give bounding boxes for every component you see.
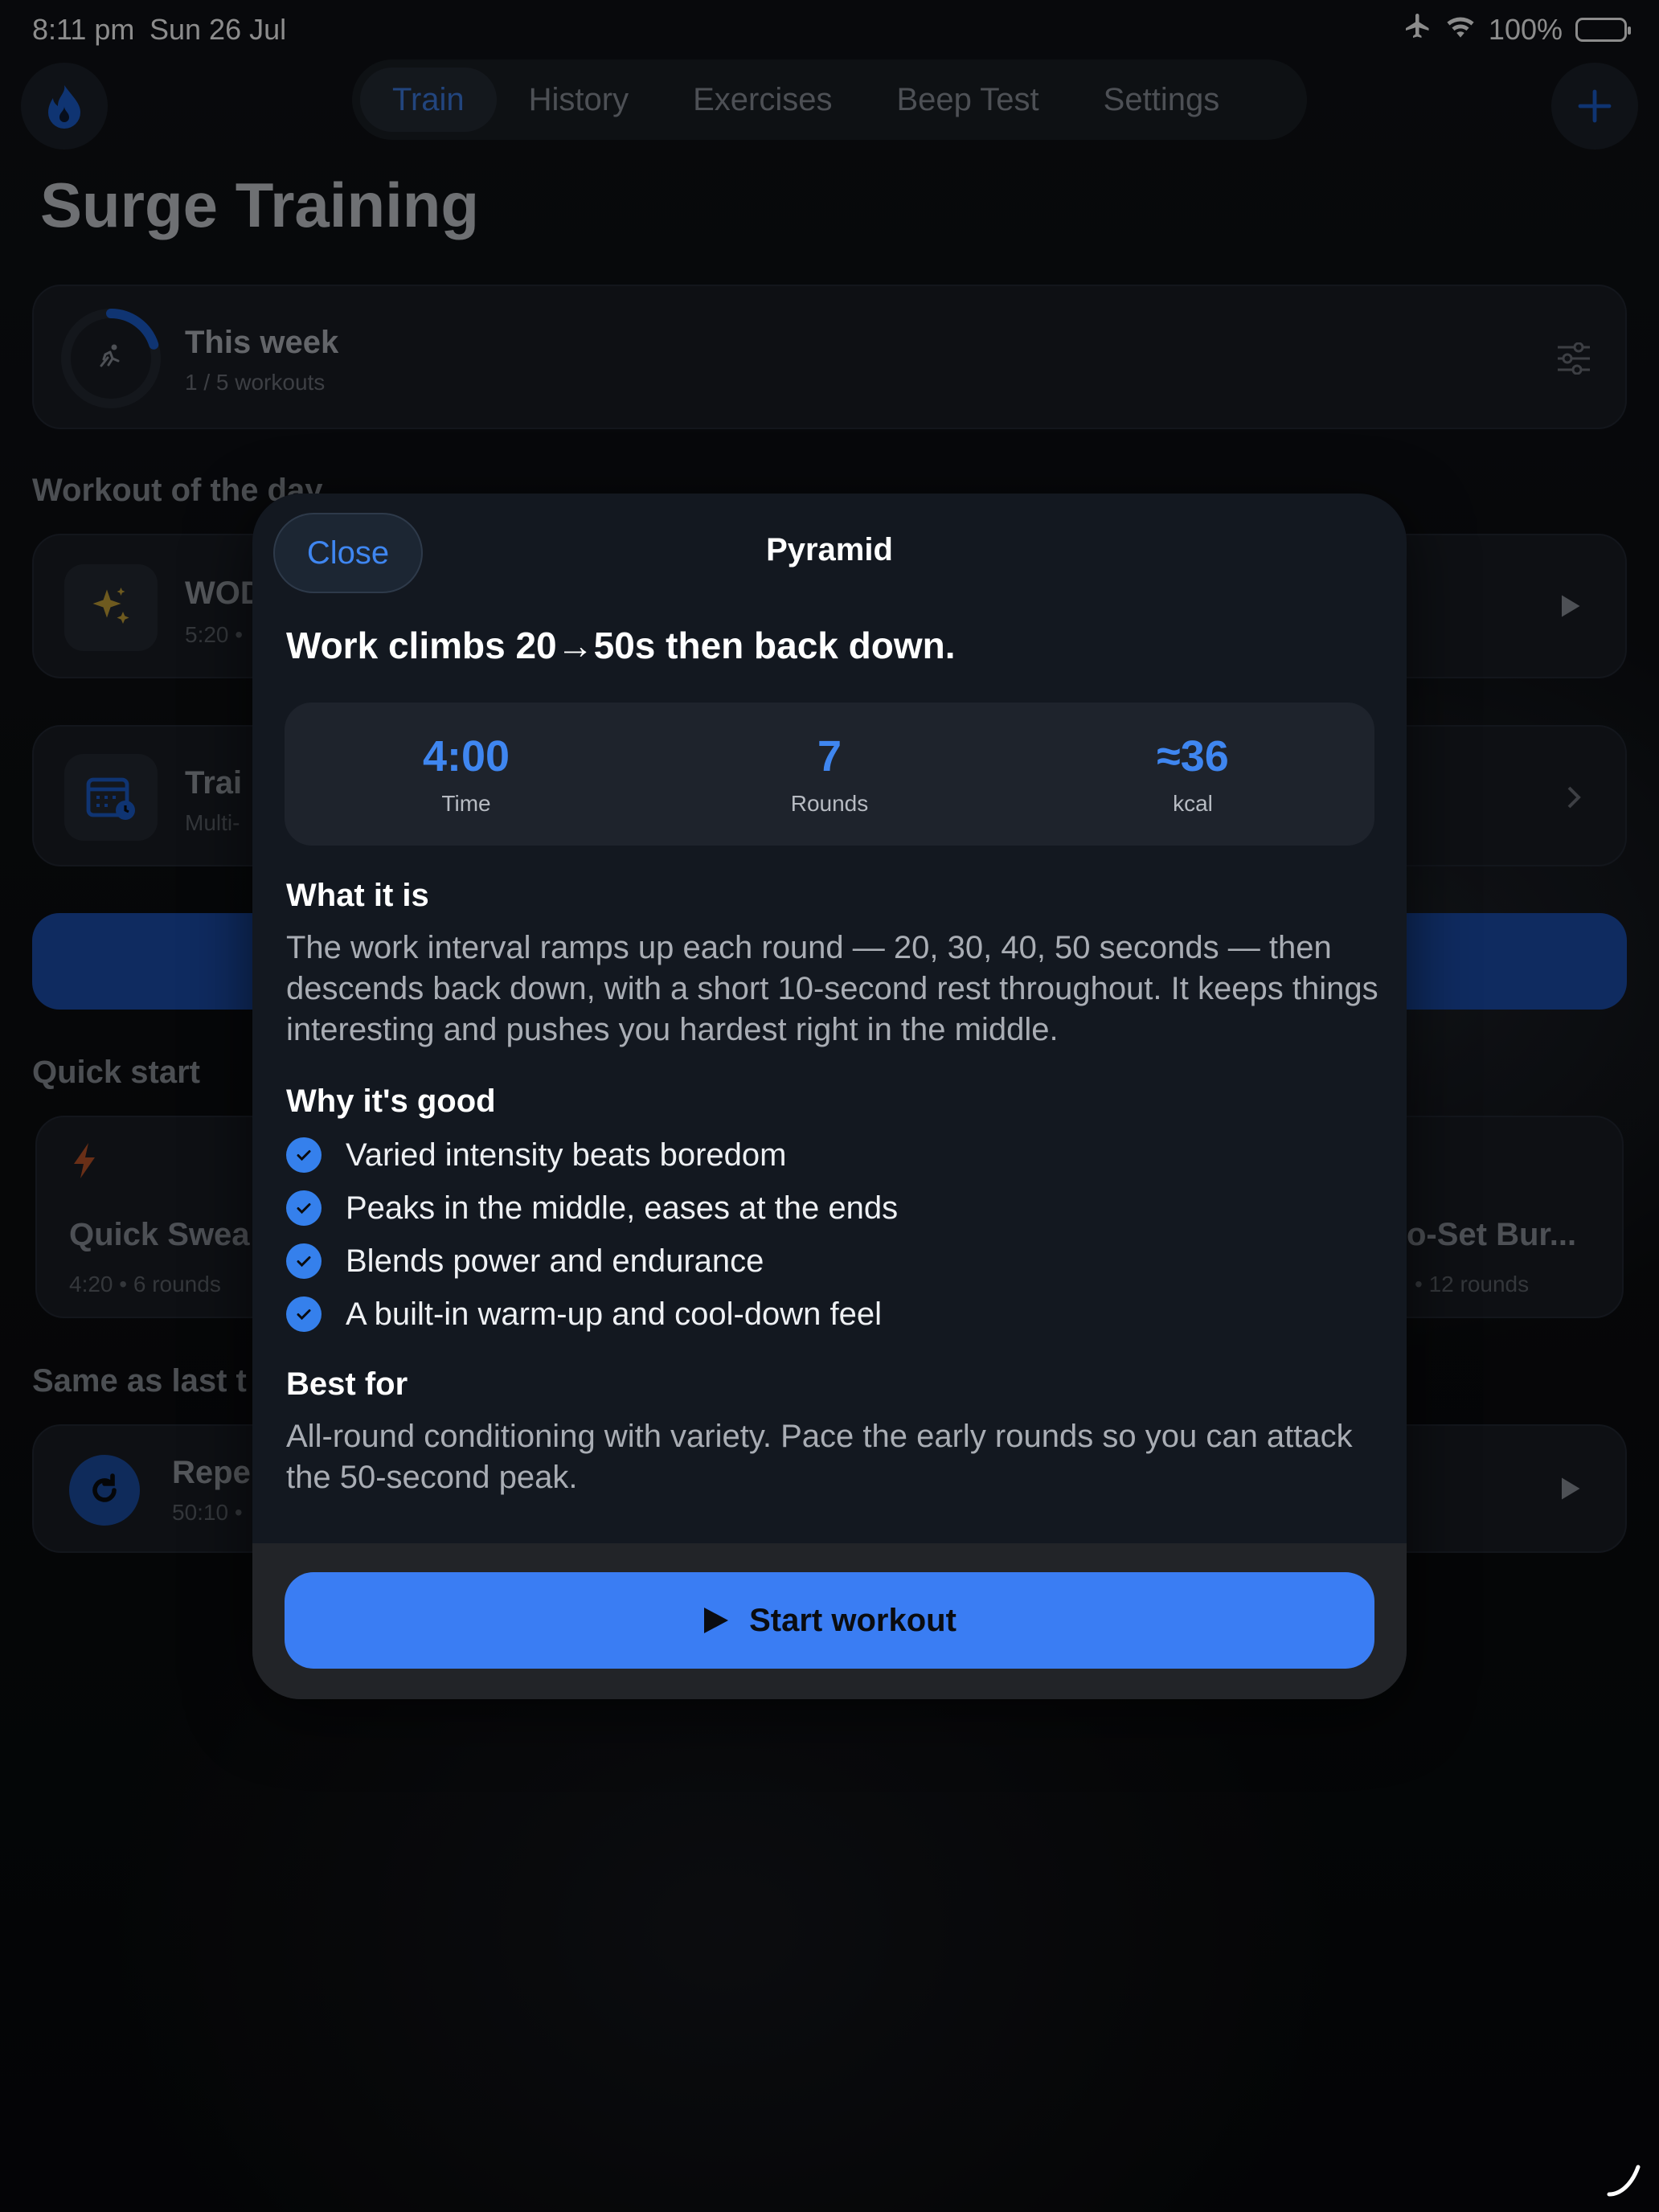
why-its-good-heading: Why it's good [286,1083,496,1119]
stat-label: kcal [1173,791,1213,816]
stat-rounds: 7 Rounds [648,703,1011,846]
list-item: Peaks in the middle, eases at the ends [286,1182,898,1235]
best-for-text: All-round conditioning with variety. Pac… [286,1419,1353,1495]
workout-detail-sheet: Close Pyramid Work climbs 20→50s then ba… [252,494,1407,1699]
stats-panel: 4:00 Time 7 Rounds ≈36 kcal [285,703,1374,846]
list-item: A built-in warm-up and cool-down feel [286,1288,898,1341]
corner-indicator-icon [1607,2165,1641,2197]
stat-value: ≈36 [1157,732,1229,780]
benefit-text: Varied intensity beats boredom [346,1137,787,1173]
what-it-is-heading: What it is [286,878,429,913]
sheet-title: Pyramid [766,532,893,567]
stat-label: Time [441,791,491,816]
stat-label: Rounds [790,791,869,816]
benefit-text: A built-in warm-up and cool-down feel [346,1296,883,1332]
what-it-is-text: The work interval ramps up each round — … [286,930,1378,1047]
best-for-heading: Best for [286,1366,408,1402]
stat-time: 4:00 Time [285,703,648,846]
checkmark-icon [286,1296,322,1332]
stat-value: 7 [817,732,842,780]
start-workout-label: Start workout [749,1602,956,1638]
stat-value: 4:00 [422,732,510,780]
start-workout-button[interactable]: Start workout [285,1572,1374,1669]
checkmark-icon [286,1243,322,1279]
benefit-text: Blends power and endurance [346,1243,764,1279]
benefit-text: Peaks in the middle, eases at the ends [346,1190,899,1226]
list-item: Varied intensity beats boredom [286,1129,898,1182]
benefits-list: Varied intensity beats boredom Peaks in … [286,1129,898,1341]
checkmark-icon [286,1190,322,1226]
checkmark-icon [286,1137,322,1173]
workout-headline: Work climbs 20→50s then back down. [286,625,956,666]
play-icon [704,1608,729,1633]
stat-kcal: ≈36 kcal [1011,703,1374,846]
list-item: Blends power and endurance [286,1235,898,1288]
sheet-footer: Start workout [252,1543,1407,1699]
